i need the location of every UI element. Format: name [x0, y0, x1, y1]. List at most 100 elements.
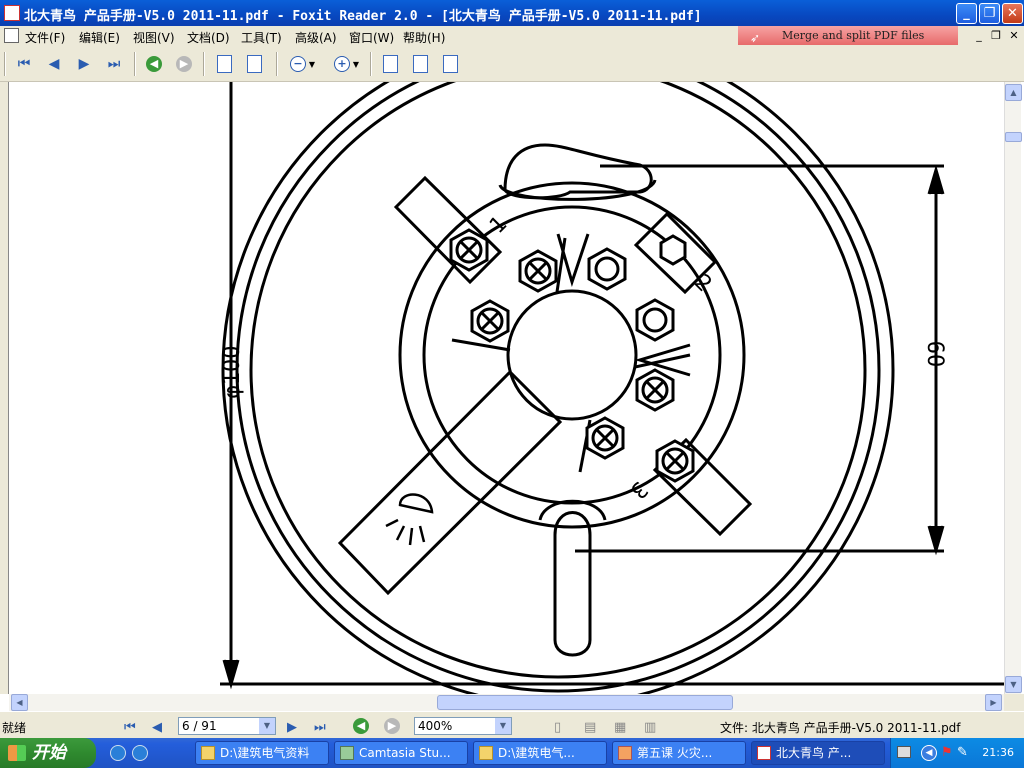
tray-pen-icon[interactable]: ✎: [957, 745, 968, 760]
menu-document[interactable]: 文档(D): [187, 29, 230, 46]
status-back-icon[interactable]: ◀: [353, 718, 369, 734]
menu-edit[interactable]: 编辑(E): [79, 29, 120, 46]
zoom-in-dropdown-icon[interactable]: ▼: [350, 54, 362, 74]
window-title: 北大青鸟 产品手册-V5.0 2011-11.pdf - Foxit Reade…: [24, 9, 702, 24]
vertical-scrollbar[interactable]: ▲ ▼: [1004, 82, 1022, 694]
minimize-button[interactable]: _: [956, 3, 977, 24]
outer-ring-inner: [235, 82, 881, 693]
rotate-page-icon[interactable]: [214, 54, 234, 74]
system-tray: ◀ ⚑ ✎ 21:36: [890, 738, 1024, 768]
close-button[interactable]: ✕: [1002, 3, 1023, 24]
zoom-out-icon[interactable]: −: [288, 54, 308, 74]
next-page-icon[interactable]: ▶: [74, 54, 94, 74]
ie-quicklaunch-icon[interactable]: [110, 745, 126, 761]
title-bar: 北大青鸟 产品手册-V5.0 2011-11.pdf - Foxit Reade…: [0, 0, 1024, 26]
menu-view[interactable]: 视图(V): [133, 29, 175, 46]
status-ready: 就绪: [2, 721, 27, 735]
clock: 21:36: [982, 746, 1014, 759]
facing-icon[interactable]: ▦: [614, 720, 626, 735]
start-button[interactable]: 开始: [0, 738, 96, 768]
camtasia-icon: [340, 746, 354, 760]
drawing-diameter-label: φ100: [220, 346, 245, 399]
scroll-right-icon[interactable]: ▶: [985, 694, 1002, 711]
left-gutter: [0, 82, 9, 694]
task-label: D:\建筑电气...: [498, 746, 575, 760]
first-page-icon[interactable]: ⏮: [14, 54, 34, 74]
toolbar-grip: [4, 52, 6, 76]
status-previous-page-icon[interactable]: ◀: [152, 720, 162, 735]
tray-back-icon[interactable]: ◀: [921, 745, 937, 761]
terminal-screw: [449, 228, 489, 272]
toolbar-separator: [134, 52, 136, 76]
zoom-box[interactable]: 400% ▼: [414, 717, 512, 735]
doc-minimize-button[interactable]: _: [972, 29, 986, 43]
task-label: D:\建筑电气资料: [220, 746, 310, 760]
start-label: 开始: [32, 743, 66, 763]
previous-page-icon[interactable]: ◀: [44, 54, 64, 74]
menu-advanced[interactable]: 高级(A): [295, 29, 337, 46]
document-view[interactable]: φ100 60 1 2 3: [0, 82, 1024, 694]
single-page-icon[interactable]: ▯: [554, 720, 561, 735]
task-foxit-reader[interactable]: 北大青鸟 产...: [751, 741, 885, 765]
toolbar-separator: [276, 52, 278, 76]
task-label: Camtasia Stu...: [359, 746, 451, 760]
vertical-scroll-thumb[interactable]: [1005, 132, 1022, 142]
status-next-page-icon[interactable]: ▶: [287, 720, 297, 735]
browser-quicklaunch-icon[interactable]: [132, 745, 148, 761]
doc-restore-button[interactable]: ❐: [989, 29, 1003, 43]
tray-app-icon[interactable]: ⚑: [941, 745, 953, 760]
menu-window[interactable]: 窗口(W): [349, 29, 394, 46]
menu-help[interactable]: 帮助(H): [403, 29, 445, 46]
back-icon[interactable]: ◀: [144, 54, 164, 74]
foxit-app-icon[interactable]: [4, 5, 20, 21]
scroll-down-icon[interactable]: ▼: [1005, 676, 1022, 693]
toolbar: ⏮ ◀ ▶ ⏭ ◀ ▶ − ▼ + ▼: [0, 46, 1024, 82]
actual-size-icon[interactable]: [380, 54, 400, 74]
copy-page-icon[interactable]: [244, 54, 264, 74]
restore-button[interactable]: ❐: [979, 3, 1000, 24]
page-number-box[interactable]: 6 / 91 ▼: [178, 717, 276, 735]
continuous-icon[interactable]: ▤: [584, 720, 596, 735]
scroll-left-icon[interactable]: ◀: [11, 694, 28, 711]
task-powerpoint[interactable]: 第五课 火灾...: [612, 741, 746, 765]
terminal-nut: [635, 298, 675, 342]
task-camtasia[interactable]: Camtasia Stu...: [334, 741, 468, 765]
menu-file[interactable]: 文件(F): [25, 29, 65, 46]
zoom-dropdown-icon[interactable]: ▼: [495, 718, 511, 734]
drawing-dimension-label: 60: [922, 341, 947, 368]
task-folder-2[interactable]: D:\建筑电气...: [473, 741, 607, 765]
terminal-screw: [655, 439, 695, 483]
menu-tools[interactable]: 工具(T): [241, 29, 282, 46]
keyboard-icon[interactable]: [897, 746, 911, 758]
fit-page-icon[interactable]: [410, 54, 430, 74]
ad-banner[interactable]: ➶ Merge and split PDF files: [738, 26, 958, 45]
zoom-in-icon[interactable]: +: [332, 54, 352, 74]
task-folder-1[interactable]: D:\建筑电气资料: [195, 741, 329, 765]
forward-icon[interactable]: ▶: [174, 54, 194, 74]
terminal-screw: [585, 416, 625, 460]
terminal-screw: [518, 249, 558, 293]
status-last-page-icon[interactable]: ⏭: [314, 720, 326, 735]
terminal-label-2: 2: [689, 270, 716, 297]
last-page-icon[interactable]: ⏭: [104, 54, 124, 74]
horizontal-scroll-thumb[interactable]: [437, 695, 733, 710]
status-first-page-icon[interactable]: ⏮: [124, 720, 136, 735]
horizontal-scrollbar[interactable]: ◀ ▶: [9, 694, 1004, 711]
continuous-facing-icon[interactable]: ▥: [644, 720, 656, 735]
taskbar: 开始 D:\建筑电气资料 Camtasia Stu... D:\建筑电气... …: [0, 738, 1024, 768]
page-number-value: 6 / 91: [182, 719, 217, 733]
scroll-up-icon[interactable]: ▲: [1005, 84, 1022, 101]
terminal-label-3: 3: [625, 476, 652, 503]
terminal-label-1: 1: [485, 212, 512, 239]
task-label: 北大青鸟 产...: [776, 746, 852, 760]
status-file-name: 文件: 北大青鸟 产品手册-V5.0 2011-11.pdf: [720, 721, 961, 735]
status-bar: 就绪 ⏮ ◀ 6 / 91 ▼ ▶ ⏭ ◀ ▶ 400% ▼ ▯ ▤ ▦ ▥ 文…: [0, 711, 1024, 738]
zoom-value: 400%: [418, 719, 453, 733]
fit-width-icon[interactable]: [440, 54, 460, 74]
document-icon[interactable]: [4, 28, 19, 43]
status-forward-icon[interactable]: ▶: [384, 718, 400, 734]
page-dropdown-icon[interactable]: ▼: [259, 718, 275, 734]
zoom-out-dropdown-icon[interactable]: ▼: [306, 54, 318, 74]
technical-drawing: φ100 60 1 2 3: [220, 82, 1004, 694]
doc-close-button[interactable]: ✕: [1007, 29, 1021, 43]
